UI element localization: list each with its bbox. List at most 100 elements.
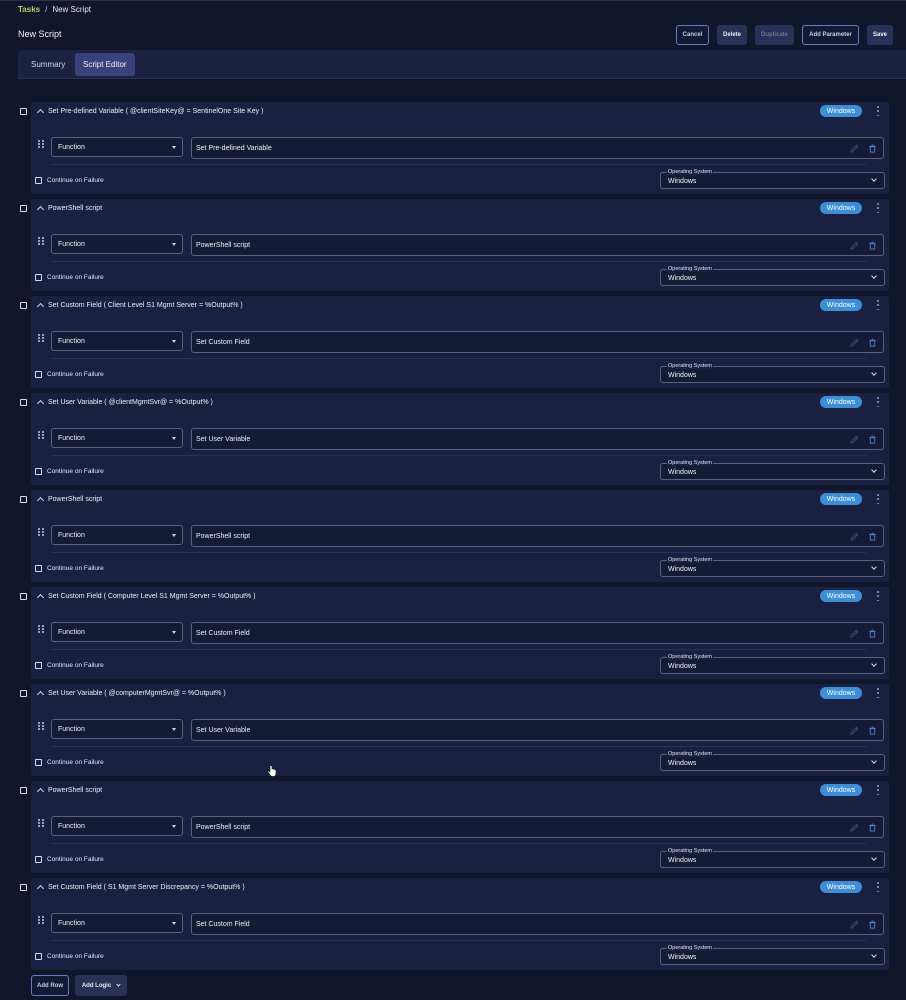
row-collapse-toggle[interactable]: Set Custom Field ( Client Level S1 Mgmt … [36,302,243,311]
pencil-icon[interactable] [850,338,859,347]
row-collapse-toggle[interactable]: Set User Variable ( @computerMgmtSvr@ = … [36,690,226,699]
row-collapse-toggle[interactable]: Set Custom Field ( S1 Mgmt Server Discre… [36,884,245,893]
row-collapse-toggle[interactable]: Set Pre-defined Variable ( @clientSiteKe… [36,108,263,117]
continue-on-failure-checkbox[interactable] [35,468,42,475]
trash-icon[interactable] [868,532,877,541]
trash-icon[interactable] [868,920,877,929]
more-options-icon[interactable] [875,397,881,407]
continue-on-failure-checkbox[interactable] [35,177,42,184]
operating-system-select[interactable]: Operating System Windows [660,460,885,480]
operating-system-select[interactable]: Operating System Windows [660,169,885,189]
row-select-checkbox[interactable] [20,593,27,600]
pencil-icon[interactable] [850,726,859,735]
delete-button[interactable]: Delete [717,25,747,45]
operating-system-select[interactable]: Operating System Windows [660,751,885,771]
more-options-icon[interactable] [875,591,881,601]
more-options-icon[interactable] [875,300,881,310]
step-name-field[interactable]: Set User Variable [191,719,884,741]
step-type-select[interactable]: Function [51,525,183,545]
drag-handle-icon[interactable] [38,140,44,148]
operating-system-select[interactable]: Operating System Windows [660,363,885,383]
continue-on-failure-checkbox[interactable] [35,662,42,669]
row-collapse-toggle[interactable]: PowerShell script [36,205,102,214]
duplicate-button[interactable]: Duplicate [755,25,794,45]
row-select-checkbox[interactable] [20,302,27,309]
row-collapse-toggle[interactable]: PowerShell script [36,787,102,796]
row-select-checkbox[interactable] [20,399,27,406]
add-row-button[interactable]: Add Row [31,975,69,996]
more-options-icon[interactable] [875,203,881,213]
step-name-field[interactable]: Set Custom Field [191,913,884,935]
step-type-select[interactable]: Function [51,622,183,642]
step-type-select[interactable]: Function [51,331,183,351]
step-name-field[interactable]: PowerShell script [191,234,884,256]
add-parameter-button[interactable]: Add Parameter [802,25,859,45]
drag-handle-icon[interactable] [38,722,44,730]
operating-system-select[interactable]: Operating System Windows [660,557,885,577]
drag-handle-icon[interactable] [38,819,44,827]
step-type-select[interactable]: Function [51,719,183,739]
trash-icon[interactable] [868,144,877,153]
trash-icon[interactable] [868,629,877,638]
row-select-checkbox[interactable] [20,787,27,794]
drag-handle-icon[interactable] [38,916,44,924]
more-options-icon[interactable] [875,688,881,698]
trash-icon[interactable] [868,435,877,444]
continue-on-failure-checkbox[interactable] [35,565,42,572]
drag-handle-icon[interactable] [38,528,44,536]
trash-icon[interactable] [868,823,877,832]
pencil-icon[interactable] [850,241,859,250]
save-button[interactable]: Save [867,25,893,45]
row-collapse-toggle[interactable]: Set Custom Field ( Computer Level S1 Mgm… [36,593,256,602]
row-select-checkbox[interactable] [20,496,27,503]
pencil-icon[interactable] [850,823,859,832]
row-select-checkbox[interactable] [20,205,27,212]
breadcrumb-tasks-link[interactable]: Tasks [18,5,40,14]
row-collapse-toggle[interactable]: Set User Variable ( @clientMgmtSvr@ = %O… [36,399,213,408]
step-name-field[interactable]: Set Custom Field [191,331,884,353]
operating-system-select[interactable]: Operating System Windows [660,266,885,286]
more-options-icon[interactable] [875,106,881,116]
drag-handle-icon[interactable] [38,237,44,245]
row-select-checkbox[interactable] [20,108,27,115]
step-name-field[interactable]: Set User Variable [191,428,884,450]
drag-handle-icon[interactable] [38,625,44,633]
continue-on-failure-checkbox[interactable] [35,274,42,281]
step-name-field[interactable]: PowerShell script [191,525,884,547]
step-name-field[interactable]: PowerShell script [191,816,884,838]
row-select-checkbox[interactable] [20,884,27,891]
step-type-select[interactable]: Function [51,913,183,933]
trash-icon[interactable] [868,241,877,250]
more-options-icon[interactable] [875,494,881,504]
step-name-field[interactable]: Set Custom Field [191,622,884,644]
step-name-field[interactable]: Set Pre-defined Variable [191,137,884,159]
more-options-icon[interactable] [875,882,881,892]
step-type-select[interactable]: Function [51,816,183,836]
tab-summary[interactable]: Summary [23,53,73,76]
pencil-icon[interactable] [850,435,859,444]
add-logic-button[interactable]: Add Logic [75,975,127,996]
row-select-checkbox[interactable] [20,690,27,697]
step-type-select[interactable]: Function [51,234,183,254]
more-options-icon[interactable] [875,785,881,795]
operating-system-select[interactable]: Operating System Windows [660,848,885,868]
tab-script-editor[interactable]: Script Editor [75,53,135,76]
operating-system-select[interactable]: Operating System Windows [660,945,885,965]
drag-handle-icon[interactable] [38,334,44,342]
pencil-icon[interactable] [850,144,859,153]
continue-on-failure-checkbox[interactable] [35,759,42,766]
step-type-select[interactable]: Function [51,428,183,448]
step-type-select[interactable]: Function [51,137,183,157]
operating-system-select[interactable]: Operating System Windows [660,654,885,674]
pencil-icon[interactable] [850,920,859,929]
drag-handle-icon[interactable] [38,431,44,439]
cancel-button[interactable]: Cancel [676,25,709,45]
trash-icon[interactable] [868,338,877,347]
row-collapse-toggle[interactable]: PowerShell script [36,496,102,505]
trash-icon[interactable] [868,726,877,735]
continue-on-failure-checkbox[interactable] [35,856,42,863]
pencil-icon[interactable] [850,629,859,638]
pencil-icon[interactable] [850,532,859,541]
continue-on-failure-checkbox[interactable] [35,953,42,960]
continue-on-failure-checkbox[interactable] [35,371,42,378]
